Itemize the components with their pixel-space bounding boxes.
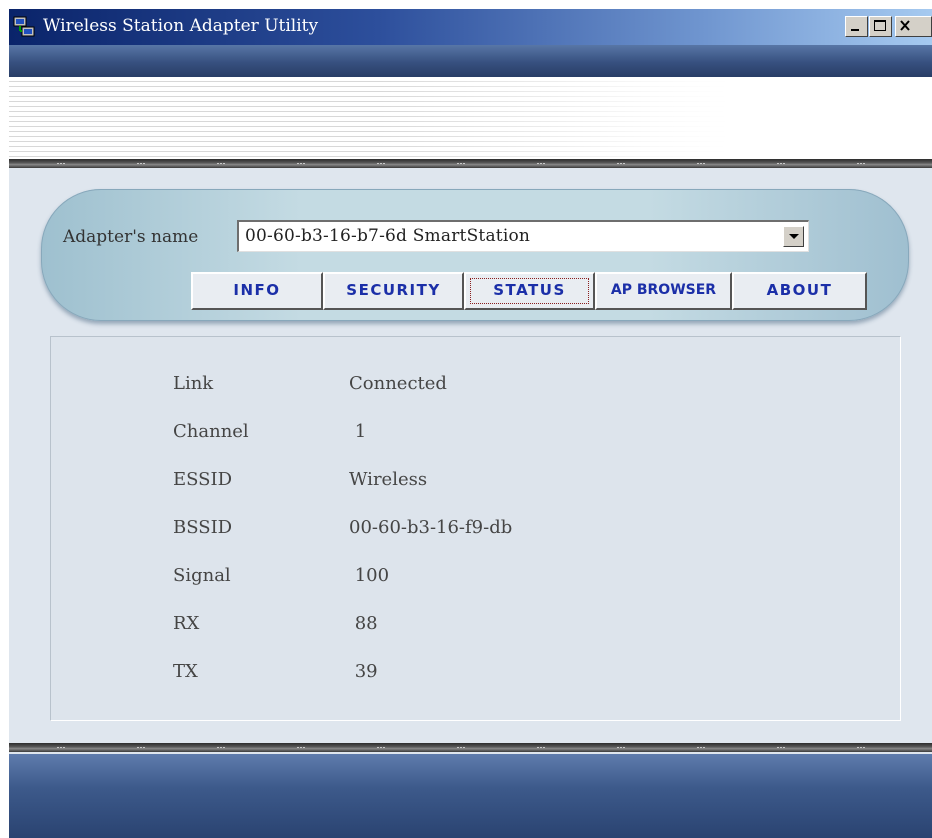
app-computer-icon (13, 16, 35, 38)
footer-band (9, 754, 932, 838)
tab-about[interactable]: ABOUT (732, 272, 867, 310)
link-value: Connected (349, 373, 447, 394)
app-window: Wireless Station Adapter Utility Adapter… (9, 9, 932, 838)
title-bar[interactable]: Wireless Station Adapter Utility (9, 9, 932, 45)
banner-fade (9, 77, 932, 159)
maximize-button[interactable] (869, 16, 892, 37)
rx-label: RX (173, 613, 200, 634)
link-label: Link (173, 373, 214, 394)
signal-value: 100 (349, 565, 390, 586)
essid-label: ESSID (173, 469, 233, 490)
tab-status[interactable]: STATUS (464, 272, 595, 310)
adapter-select-value: 00-60-b3-16-b7-6d SmartStation (245, 226, 531, 246)
rx-value: 88 (349, 613, 378, 634)
close-button[interactable] (895, 16, 932, 37)
tab-status-label: STATUS (493, 281, 566, 299)
signal-label: Signal (173, 565, 231, 586)
tab-info-label: INFO (233, 281, 281, 299)
adapter-name-label: Adapter's name (63, 227, 199, 247)
adapter-control-panel: Adapter's name 00-60-b3-16-b7-6d SmartSt… (41, 189, 909, 321)
bssid-value: 00-60-b3-16-f9-db (349, 517, 513, 538)
tab-ap-browser[interactable]: AP BROWSER (595, 272, 732, 310)
status-panel: Link Connected Channel 1 ESSID Wireless … (50, 336, 901, 721)
minimize-icon (851, 29, 859, 31)
tab-info[interactable]: INFO (191, 272, 323, 310)
tab-about-label: ABOUT (766, 281, 833, 299)
channel-label: Channel (173, 421, 249, 442)
dropdown-arrow-icon[interactable] (783, 226, 804, 247)
channel-value: 1 (349, 421, 367, 442)
tab-ap-browser-label: AP BROWSER (610, 282, 717, 298)
maximize-icon (874, 20, 886, 31)
minimize-button[interactable] (845, 16, 868, 37)
header-band (9, 45, 932, 77)
bottom-divider (9, 743, 932, 752)
bssid-label: BSSID (173, 517, 233, 538)
tab-security-label: SECURITY (346, 281, 441, 299)
tx-label: TX (173, 661, 198, 682)
tab-security[interactable]: SECURITY (323, 272, 464, 310)
tx-value: 39 (349, 661, 378, 682)
essid-value: Wireless (349, 469, 428, 490)
close-icon (900, 20, 910, 31)
window-title: Wireless Station Adapter Utility (43, 16, 319, 36)
adapter-select[interactable]: 00-60-b3-16-b7-6d SmartStation (237, 220, 809, 252)
top-divider (9, 159, 932, 168)
